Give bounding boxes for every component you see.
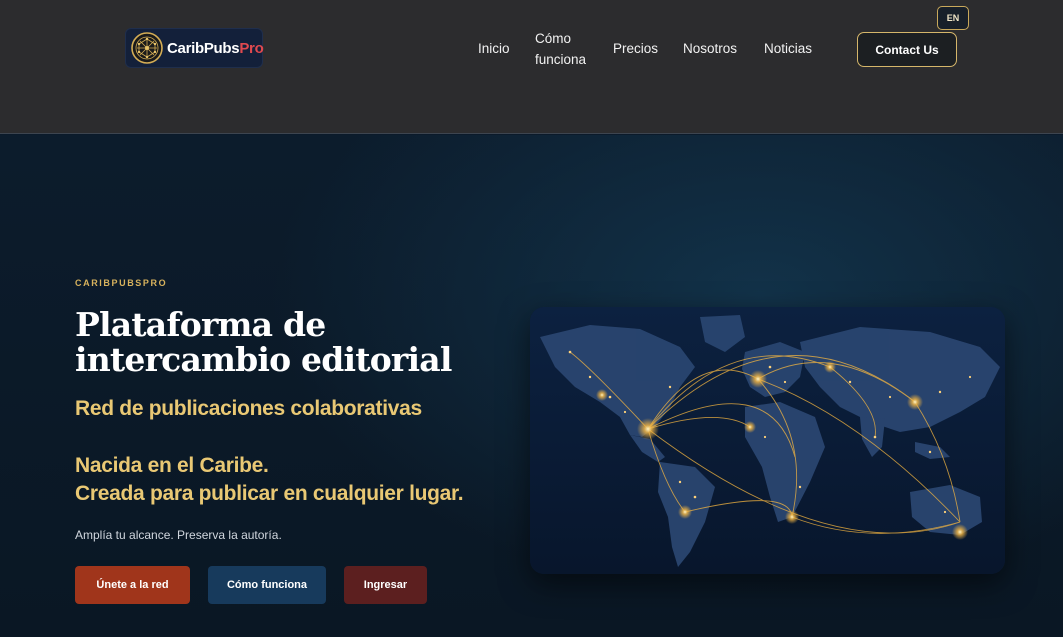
site-header: CaribPubsPro Inicio Cómo funciona Precio…: [0, 0, 1063, 134]
globe-network-icon: [131, 32, 163, 64]
nav-item-como-funciona[interactable]: Cómo funciona: [535, 28, 595, 70]
logo-text-primary: CaribPubs: [167, 39, 240, 57]
hero-subtitle: Red de publicaciones colaborativas: [75, 397, 422, 420]
nav-item-noticias[interactable]: Noticias: [764, 38, 812, 59]
logo-text: CaribPubsPro: [167, 39, 264, 57]
nav-item-inicio[interactable]: Inicio: [478, 38, 510, 59]
login-button[interactable]: Ingresar: [344, 566, 427, 604]
logo-text-accent: Pro: [239, 39, 264, 57]
hero-tagline-line1: Nacida en el Caribe.: [75, 454, 269, 477]
language-toggle-button[interactable]: EN: [937, 6, 969, 30]
hero-tagline-line2: Creada para publicar en cualquier lugar.: [75, 482, 464, 505]
hero-section: CARIBPUBSPRO Plataforma de intercambio e…: [0, 135, 1063, 637]
world-network-map-image: [530, 307, 1005, 574]
nav-item-nosotros[interactable]: Nosotros: [683, 38, 737, 59]
hero-eyebrow: CARIBPUBSPRO: [75, 278, 168, 288]
join-network-button[interactable]: Únete a la red: [75, 566, 190, 604]
logo[interactable]: CaribPubsPro: [125, 28, 264, 68]
nav-item-precios[interactable]: Precios: [613, 38, 658, 59]
contact-us-button[interactable]: Contact Us: [857, 32, 957, 67]
how-it-works-button[interactable]: Cómo funciona: [208, 566, 326, 604]
hero-title: Plataforma de intercambio editorial: [75, 305, 452, 379]
hero-tagline: Nacida en el Caribe. Creada para publica…: [75, 452, 464, 508]
hero-description: Amplía tu alcance. Preserva la autoría.: [75, 528, 282, 542]
